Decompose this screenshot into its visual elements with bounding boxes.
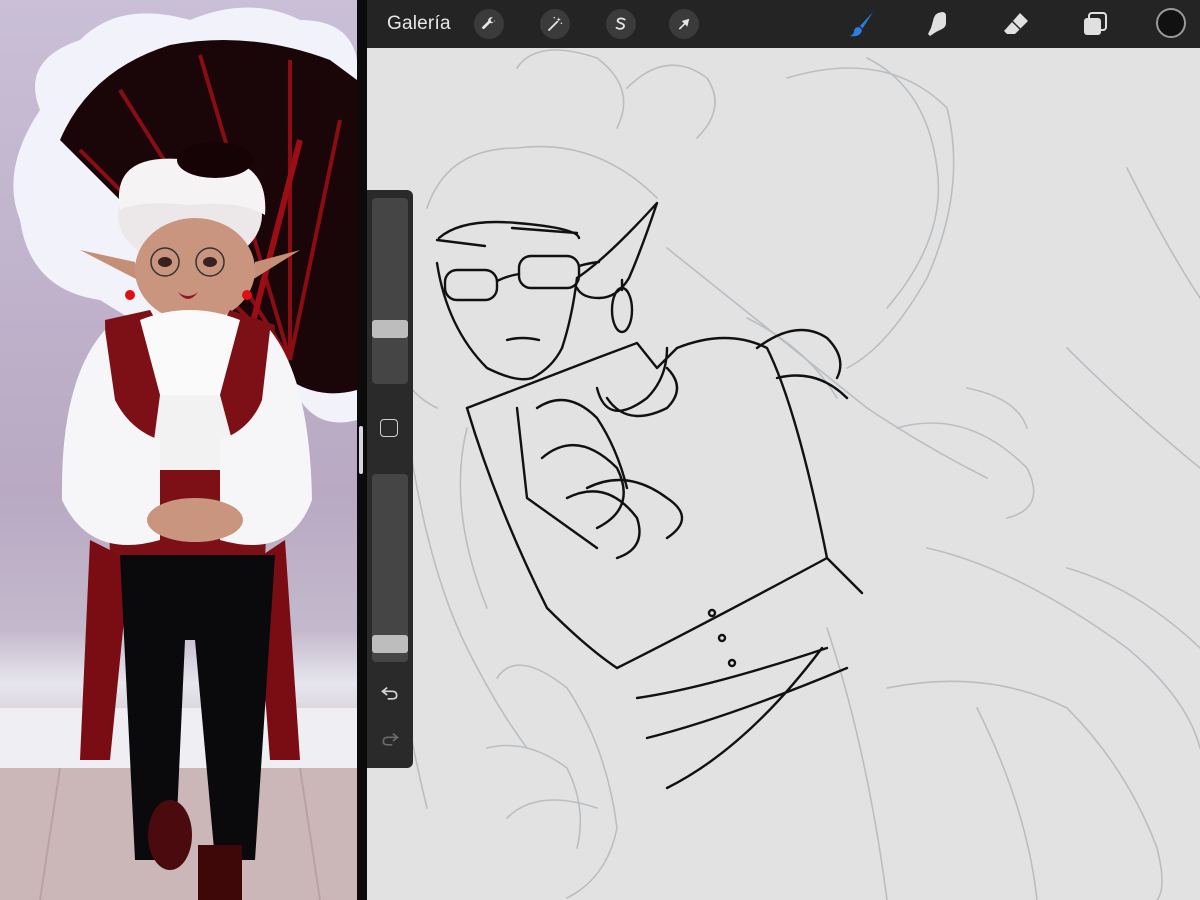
magic-wand-icon[interactable] <box>540 9 570 39</box>
opacity-slider[interactable] <box>372 474 408 662</box>
redo-icon[interactable] <box>378 728 402 750</box>
drawing-canvas[interactable] <box>367 48 1200 900</box>
opacity-thumb[interactable] <box>372 635 408 654</box>
sidebar-controls <box>367 190 413 768</box>
smudge-icon[interactable] <box>920 7 954 41</box>
top-toolbar: Galería <box>367 0 1200 48</box>
transform-arrow-icon[interactable] <box>669 9 699 39</box>
reference-character-render <box>0 7 357 900</box>
split-view-handle[interactable] <box>359 426 363 474</box>
layers-icon[interactable] <box>1078 7 1112 41</box>
reference-image <box>0 0 357 900</box>
undo-icon[interactable] <box>378 682 402 704</box>
gallery-button[interactable]: Galería <box>387 13 451 35</box>
wrench-icon[interactable] <box>474 9 504 39</box>
artwork-sketch <box>386 49 1200 900</box>
brush-size-thumb[interactable] <box>372 320 408 339</box>
eraser-icon[interactable] <box>999 7 1033 41</box>
brush-icon[interactable] <box>845 7 879 41</box>
modify-square-button[interactable] <box>380 419 398 437</box>
color-picker-swatch[interactable] <box>1156 8 1186 38</box>
brush-size-slider[interactable] <box>372 198 408 384</box>
selection-s-icon[interactable] <box>606 9 636 39</box>
